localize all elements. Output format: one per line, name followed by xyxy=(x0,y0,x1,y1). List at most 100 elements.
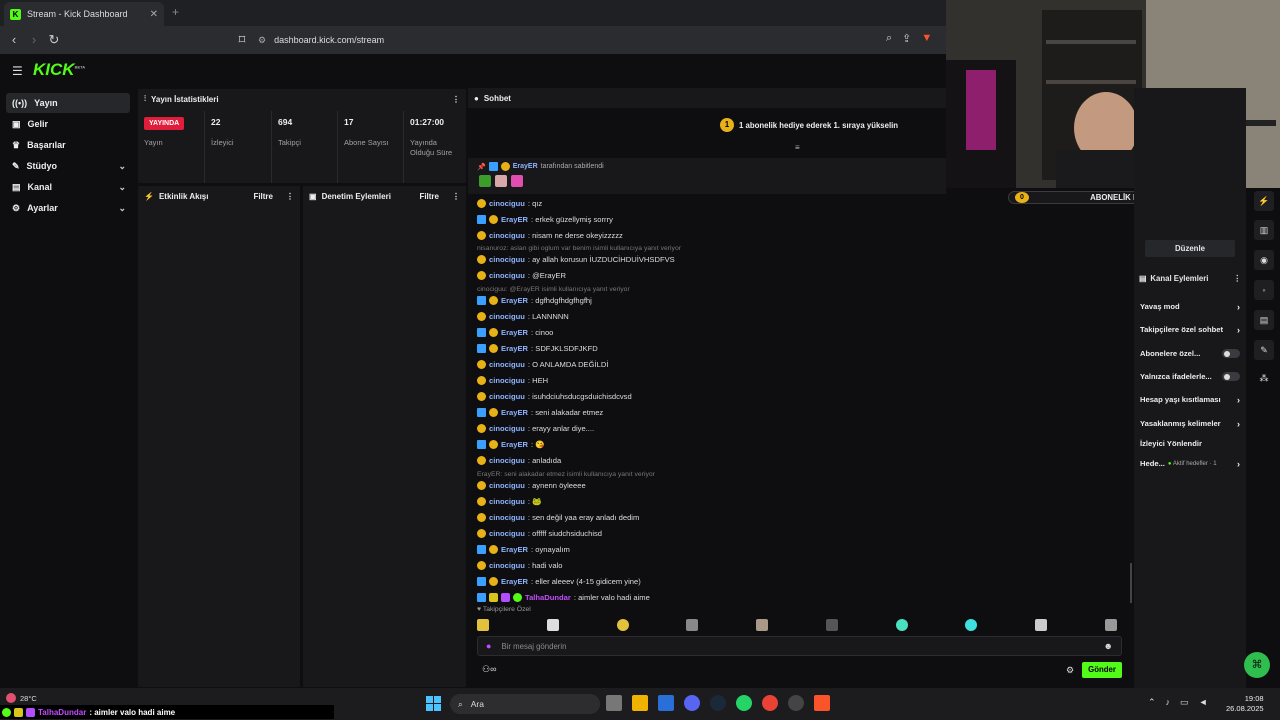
address-bar[interactable]: ⚙ dashboard.kick.com/stream xyxy=(258,30,938,50)
chat-tools-icon[interactable]: ⚇∞ xyxy=(482,664,496,675)
chrome-icon[interactable] xyxy=(762,695,778,711)
steam-icon[interactable] xyxy=(710,695,726,711)
emote-icon[interactable] xyxy=(477,619,489,631)
chat-username[interactable]: cinociguu xyxy=(489,255,525,264)
chat-message[interactable]: TalhaDundar: aimler valo hadi aime xyxy=(477,593,650,602)
chat-message[interactable]: cinociguu: @ErayER xyxy=(477,271,566,280)
sidebar-item-studyo[interactable]: ✎ Stüdyo ⌄ xyxy=(6,156,130,176)
chat-username[interactable]: cinociguu xyxy=(489,561,525,570)
sidebar-item-ayarlar[interactable]: ⚙ Ayarlar ⌄ xyxy=(6,198,130,218)
more-options-icon[interactable]: ⋮ xyxy=(452,95,460,104)
chat-username[interactable]: cinociguu xyxy=(489,231,525,240)
clock[interactable]: 19:08 26.08.2025 xyxy=(1226,694,1264,714)
filter-button[interactable]: Filtre xyxy=(253,192,273,201)
file-explorer-icon[interactable] xyxy=(632,695,648,711)
chat-message[interactable]: ErayER: cinoo xyxy=(477,328,553,337)
chat-message[interactable]: cinociguu: sen değil yaa eray anladı ded… xyxy=(477,513,639,522)
chat-username[interactable]: ErayER xyxy=(501,296,528,305)
chat-username[interactable]: ErayER xyxy=(501,408,528,417)
chat-username[interactable]: cinociguu xyxy=(489,312,525,321)
chat-message[interactable]: cinociguu: offfff siudchsiduchisd xyxy=(477,529,602,538)
chevron-up-icon[interactable]: ⌃ xyxy=(1148,697,1156,708)
bookmark-icon[interactable]: ⌑ xyxy=(234,32,250,48)
chat-username[interactable]: ErayER xyxy=(501,440,528,449)
menu-icon[interactable]: ☰ xyxy=(12,64,23,78)
chat-username[interactable]: cinociguu xyxy=(489,456,525,465)
store-icon[interactable] xyxy=(658,695,674,711)
chat-message[interactable]: cinociguu: isuhdciuhsducgsduichisdcvsd xyxy=(477,392,632,401)
emote-icon[interactable] xyxy=(895,619,908,631)
chat-username[interactable]: cinociguu xyxy=(489,529,525,538)
edit-button[interactable]: Düzenle xyxy=(1145,240,1235,257)
chat-username[interactable]: ErayER xyxy=(501,577,528,586)
sidebar-item-kanal[interactable]: ▤ Kanal ⌄ xyxy=(6,177,130,197)
site-info-icon[interactable]: ⚙ xyxy=(258,35,266,46)
chat-message[interactable]: ErayER: eller aleeev (4-15 gidicem yine) xyxy=(477,577,641,586)
chat-message[interactable]: cinociguu: O ANLAMDA DEĞİLDİ xyxy=(477,360,608,369)
chat-username[interactable]: cinociguu xyxy=(489,497,525,506)
chat-message[interactable]: ErayER: seni alakadar etmez xyxy=(477,408,603,417)
emotes-only-toggle[interactable] xyxy=(1222,372,1240,381)
chat-message[interactable]: cinociguu: 🐸 xyxy=(477,497,542,506)
chat-message[interactable]: cinociguu: anladıda xyxy=(477,456,561,465)
chat-username[interactable]: cinociguu xyxy=(489,360,525,369)
emote-icon[interactable] xyxy=(686,619,699,631)
chat-message[interactable]: ErayER: 😘 xyxy=(477,440,545,449)
chat-message[interactable]: ErayER: erkek güzellymiş sorrry xyxy=(477,215,613,224)
more-options-icon[interactable]: ⋮ xyxy=(452,192,460,201)
chat-username[interactable]: TalhaDundar xyxy=(525,593,571,602)
chat-username[interactable]: ErayER xyxy=(501,344,528,353)
more-options-icon[interactable]: ⋮ xyxy=(1233,274,1241,283)
document-icon[interactable]: ▥ xyxy=(1254,220,1274,240)
chat-settings-icon[interactable]: ⚙ xyxy=(1066,665,1074,676)
emote-icon[interactable] xyxy=(546,619,559,631)
back-icon[interactable]: ‹ xyxy=(6,32,22,47)
chat-input[interactable]: ● Bir mesaj gönderin ☻ xyxy=(477,636,1122,656)
chat-message[interactable]: cinociguu: HEH xyxy=(477,376,548,385)
taskbar-search[interactable]: ⌕ Ara xyxy=(450,694,600,714)
chat-username[interactable]: cinociguu xyxy=(489,199,525,208)
gift-goal-banner[interactable]: 1 1 abonelik hediye ederek 1. sıraya yük… xyxy=(720,118,898,132)
chat-message[interactable]: cinociguu: nisam ne derse okeyizzzzz xyxy=(477,231,623,240)
chat-username[interactable]: cinociguu xyxy=(489,481,525,490)
sidebar-item-yayin[interactable]: ((•)) Yayın xyxy=(6,93,130,113)
activity-icon[interactable]: ⁂ xyxy=(1254,368,1274,388)
chat-message[interactable]: cinociguu: erayy anlar diye.... xyxy=(477,424,594,433)
task-view-icon[interactable] xyxy=(606,695,622,711)
broadcast-icon[interactable]: ◦ xyxy=(1254,280,1274,300)
send-button[interactable]: Gönder xyxy=(1082,662,1122,678)
goals-item[interactable]: Hede... ● Aktif hedefler · 1 › xyxy=(1140,459,1240,469)
chat-message[interactable]: cinociguu: hadi valo xyxy=(477,561,562,570)
chat-message[interactable]: ErayER: dgfhdgfhdgfhgfhj xyxy=(477,296,592,305)
layout-icon[interactable]: ▤ xyxy=(1254,310,1274,330)
chat-bubble-button[interactable]: ⌘ xyxy=(1244,652,1270,678)
mic-icon[interactable]: ● xyxy=(486,641,491,651)
reload-icon[interactable]: ↻ xyxy=(46,32,62,48)
subs-only-item[interactable]: Abonelere özel... xyxy=(1140,349,1240,358)
discord-icon[interactable] xyxy=(684,695,700,711)
chat-username[interactable]: cinociguu xyxy=(489,424,525,433)
browser-tab[interactable]: K Stream - Kick Dashboard ✕ xyxy=(4,2,164,26)
pinned-user[interactable]: ErayER xyxy=(513,163,538,170)
more-options-icon[interactable]: ⋮ xyxy=(286,192,294,201)
brave-shield-icon[interactable]: ▼ xyxy=(921,32,932,45)
chat-message[interactable]: cinociguu: ay allah korusun İUZDUCİHDUİV… xyxy=(477,255,675,264)
emote-icon[interactable] xyxy=(1035,619,1048,631)
windows-start-icon[interactable] xyxy=(426,696,441,711)
chat-username[interactable]: ErayER xyxy=(501,545,528,554)
chat-icon[interactable]: ◉ xyxy=(1254,250,1274,270)
tools-icon[interactable]: ✎ xyxy=(1254,340,1274,360)
emote-icon[interactable] xyxy=(756,619,769,631)
host-item[interactable]: İzleyici Yönlendir xyxy=(1140,439,1240,448)
bolt-icon[interactable]: ⚡ xyxy=(1254,191,1274,211)
emote-icon[interactable] xyxy=(616,619,629,631)
new-tab-icon[interactable]: + xyxy=(172,5,179,19)
emoji-icon[interactable]: ☻ xyxy=(1104,641,1113,651)
collapse-icon[interactable]: ≡ xyxy=(795,143,800,152)
scrollbar[interactable] xyxy=(1130,563,1132,603)
account-age-item[interactable]: Hesap yaşı kısıtlaması › xyxy=(1140,395,1240,405)
emote-icon[interactable] xyxy=(1104,619,1117,631)
brave-icon[interactable] xyxy=(814,695,830,711)
kick-logo[interactable]: KICKBETA xyxy=(33,60,85,80)
emotes-only-item[interactable]: Yalnızca ifadelerle... xyxy=(1140,372,1240,381)
